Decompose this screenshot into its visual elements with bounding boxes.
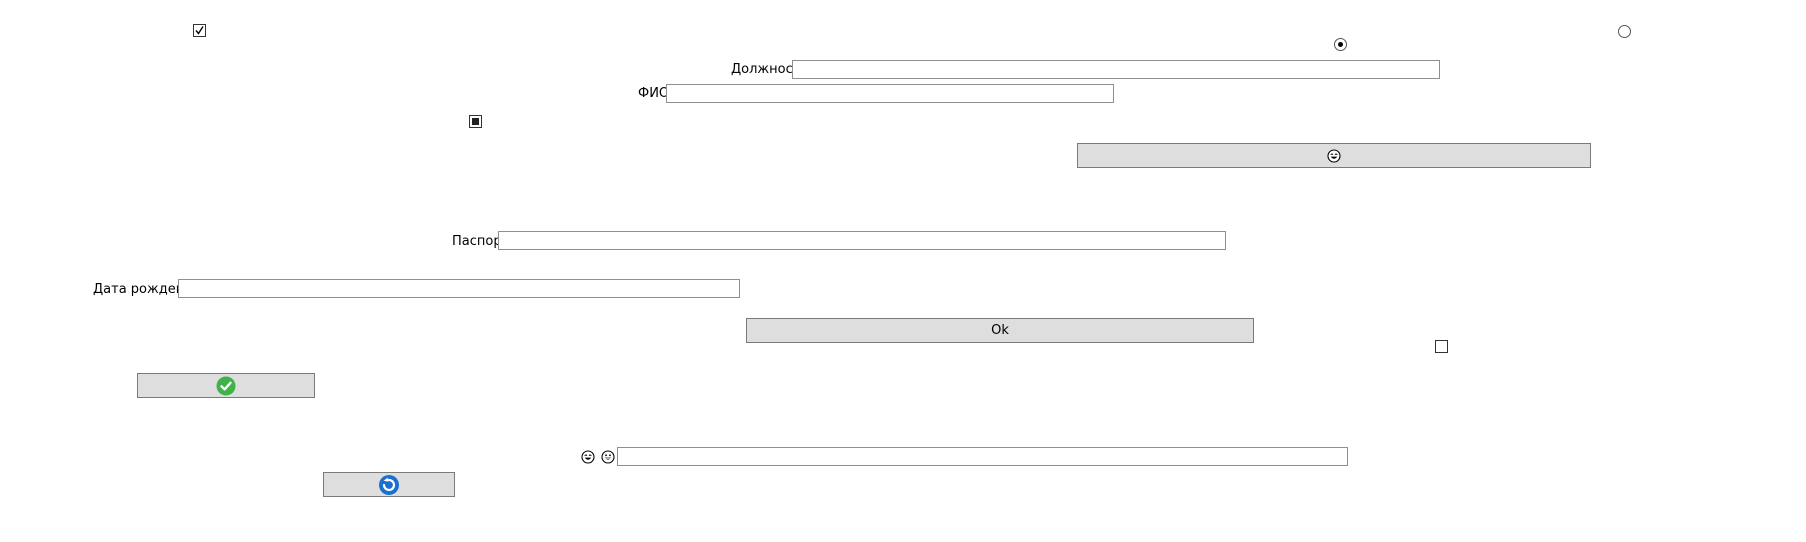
radio-selected[interactable] xyxy=(1334,38,1347,51)
checkbox-indeterminate[interactable] xyxy=(469,115,482,128)
position-input[interactable] xyxy=(792,60,1440,79)
birth-date-input[interactable] xyxy=(178,279,740,298)
refresh-icon xyxy=(379,474,399,495)
ok-button-label: Ok xyxy=(991,323,1009,338)
radio-unselected[interactable] xyxy=(1618,25,1631,38)
radio-dot xyxy=(1338,42,1343,47)
green-check-icon xyxy=(216,376,236,395)
passport-input[interactable] xyxy=(498,231,1226,250)
laughing-face-icon xyxy=(581,450,595,464)
checkbox-top-left[interactable] xyxy=(193,24,206,37)
fio-label: ФИО xyxy=(638,86,670,101)
bottom-input[interactable] xyxy=(617,447,1348,466)
laughing-face-icon xyxy=(1327,148,1341,163)
fio-input[interactable] xyxy=(666,84,1114,103)
emoji-button[interactable] xyxy=(1077,143,1591,168)
ok-button[interactable]: Ok xyxy=(746,318,1254,343)
refresh-button[interactable] xyxy=(323,472,455,497)
indeterminate-mark xyxy=(472,118,479,125)
grinning-face-icon xyxy=(601,450,615,464)
confirm-button[interactable] xyxy=(137,373,315,398)
checkmark-icon xyxy=(195,26,204,35)
checkbox-right[interactable] xyxy=(1435,340,1448,353)
